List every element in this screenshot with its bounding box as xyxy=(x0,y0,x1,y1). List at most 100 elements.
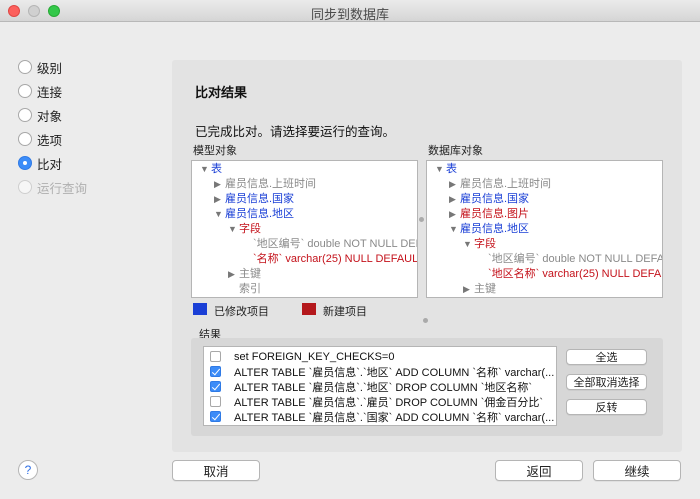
query-sql: ALTER TABLE `雇员信息`.`雇员` DROP COLUMN `佣金百… xyxy=(234,396,544,409)
tree-node[interactable]: ▼ 字段 xyxy=(463,237,496,252)
splitter-handle[interactable] xyxy=(419,217,424,222)
step-objects[interactable]: 对象 xyxy=(18,106,62,124)
query-checkbox[interactable] xyxy=(210,366,221,377)
tree-node[interactable]: `地区编号` double NOT NULL DEFAULT xyxy=(253,237,417,252)
model-objects-tree[interactable]: ▼ 表 ▶ 雇员信息.上班时间 ▶ 雇员信息.国家 ▼ 雇员信息.地区 ▼ 字段 `地区编… xyxy=(191,160,418,298)
tree-node[interactable]: ▶ 主键 xyxy=(228,267,261,282)
tree-node-label: 索引 xyxy=(239,283,261,295)
disclosure-collapsed-icon[interactable]: ▶ xyxy=(228,267,239,282)
step-label: 选项 xyxy=(37,133,63,148)
disclosure-expanded-icon[interactable]: ▼ xyxy=(228,222,239,237)
step-label: 运行查询 xyxy=(37,181,88,196)
query-checkbox[interactable] xyxy=(210,381,221,392)
query-row[interactable]: ALTER TABLE `雇员信息`.`雇员` DROP COLUMN `佣金百… xyxy=(204,394,556,409)
splitter-handle[interactable] xyxy=(423,318,428,323)
tree-node[interactable]: ▶ 雇员信息.上班时间 xyxy=(449,177,551,192)
radio-icon[interactable] xyxy=(18,60,32,74)
tree-node-label: 雇员信息.国家 xyxy=(225,193,295,205)
tree-node[interactable]: `地区编号` double NOT NULL DEFAULT xyxy=(488,252,662,267)
disclosure-expanded-icon[interactable]: ▼ xyxy=(214,207,225,222)
tree-node-label: `地区编号` double NOT NULL DEFAULT xyxy=(253,238,417,250)
select-all-button[interactable]: 全选 xyxy=(566,349,647,365)
tree-node[interactable]: 索引 xyxy=(239,282,261,297)
disclosure-collapsed-icon[interactable]: ▶ xyxy=(449,177,460,192)
tree-node[interactable]: ▼ 字段 xyxy=(228,222,261,237)
disclosure-expanded-icon[interactable]: ▼ xyxy=(463,237,474,252)
tree-node[interactable]: ▼ 表 xyxy=(200,162,222,177)
tree-node[interactable]: ▶ 主键 xyxy=(463,282,496,297)
tree-node[interactable]: ▼ 雇员信息.地区 xyxy=(449,222,529,237)
model-objects-label: 模型对象 xyxy=(193,145,237,157)
page-title: 比对结果 xyxy=(195,85,248,100)
disclosure-expanded-icon[interactable]: ▼ xyxy=(449,222,460,237)
tree-node-label: 主键 xyxy=(239,268,261,280)
query-row[interactable]: ALTER TABLE `雇员信息`.`地区` ADD COLUMN `名称` … xyxy=(204,364,556,379)
new-legend-label: 新建项目 xyxy=(323,306,367,318)
title-bar: 同步到数据库 xyxy=(0,0,700,22)
deselect-all-button[interactable]: 全部取消选择 xyxy=(566,374,647,390)
query-checkbox[interactable] xyxy=(210,396,221,407)
radio-icon[interactable] xyxy=(18,108,32,122)
tree-node-label: 雇员信息.国家 xyxy=(460,193,530,205)
query-row[interactable]: ALTER TABLE `雇员信息`.`地区` DROP COLUMN `地区名… xyxy=(204,379,556,394)
new-legend-swatch xyxy=(302,303,316,315)
tree-node[interactable]: `名称` varchar(25) NULL DEFAULT NU xyxy=(253,252,417,267)
cancel-button[interactable]: 取消 xyxy=(172,460,260,481)
query-sql: set FOREIGN_KEY_CHECKS=0 xyxy=(234,350,395,363)
step-run-query: 运行查询 xyxy=(18,178,87,196)
query-sql: ALTER TABLE `雇员信息`.`国家` ADD COLUMN `名称` … xyxy=(234,411,555,424)
step-label: 比对 xyxy=(37,157,63,172)
tree-node-label: 字段 xyxy=(474,238,496,250)
query-row[interactable]: set FOREIGN_KEY_CHECKS=0 xyxy=(204,349,556,364)
tree-node-label: 雇员信息.上班时间 xyxy=(460,178,552,190)
tree-node[interactable]: ▼ 雇员信息.地区 xyxy=(214,207,294,222)
step-connection[interactable]: 连接 xyxy=(18,82,62,100)
disclosure-collapsed-icon[interactable]: ▶ xyxy=(463,282,474,297)
disclosure-expanded-icon[interactable]: ▼ xyxy=(435,162,446,177)
results-query-list[interactable]: set FOREIGN_KEY_CHECKS=0 ALTER TABLE `雇员… xyxy=(203,346,557,426)
continue-button[interactable]: 继续 xyxy=(593,460,681,481)
step-level[interactable]: 级别 xyxy=(18,58,62,76)
instruction-text: 已完成比对。请选择要运行的查询。 xyxy=(195,125,396,139)
step-label: 连接 xyxy=(37,85,63,100)
disclosure-expanded-icon[interactable]: ▼ xyxy=(200,162,211,177)
query-checkbox[interactable] xyxy=(210,351,221,362)
step-label: 级别 xyxy=(37,61,63,76)
radio-icon[interactable] xyxy=(18,132,32,146)
step-compare[interactable]: 比对 xyxy=(18,154,62,172)
invert-selection-button[interactable]: 反转 xyxy=(566,399,647,415)
disclosure-collapsed-icon[interactable]: ▶ xyxy=(449,192,460,207)
window-title: 同步到数据库 xyxy=(310,7,389,22)
step-options[interactable]: 选项 xyxy=(18,130,62,148)
database-objects-tree[interactable]: ▼ 表 ▶ 雇员信息.上班时间 ▶ 雇员信息.国家 ▶ 雇员信息.图片 ▼ 雇员信息.地区… xyxy=(426,160,663,298)
tree-node-label: 表 xyxy=(446,163,457,175)
tree-node-label: 雇员信息.上班时间 xyxy=(225,178,317,190)
tree-node-label: `地区名称` varchar(25) NULL DEFAULT xyxy=(488,268,663,280)
radio-selected-icon[interactable] xyxy=(18,156,32,170)
help-button[interactable]: ? xyxy=(18,460,38,480)
step-label: 对象 xyxy=(37,109,63,124)
radio-icon[interactable] xyxy=(18,84,32,98)
back-button[interactable]: 返回 xyxy=(495,460,583,481)
query-sql: ALTER TABLE `雇员信息`.`地区` ADD COLUMN `名称` … xyxy=(234,366,555,379)
modified-legend-swatch xyxy=(193,303,207,315)
tree-node[interactable]: ▶ 雇员信息.上班时间 xyxy=(214,177,316,192)
tree-node[interactable]: ▶ 雇员信息.国家 xyxy=(214,192,294,207)
query-row[interactable]: ALTER TABLE `雇员信息`.`国家` ADD COLUMN `名称` … xyxy=(204,409,556,424)
tree-node-label: 字段 xyxy=(239,223,261,235)
tree-node-label: 雇员信息.图片 xyxy=(460,208,530,220)
tree-node-label: 雇员信息.地区 xyxy=(225,208,295,220)
tree-node-label: 表 xyxy=(211,163,222,175)
disclosure-collapsed-icon[interactable]: ▶ xyxy=(214,192,225,207)
tree-node[interactable]: ▶ 雇员信息.图片 xyxy=(449,207,529,222)
disclosure-collapsed-icon[interactable]: ▶ xyxy=(449,207,460,222)
tree-node-label: `地区编号` double NOT NULL DEFAULT xyxy=(488,253,662,265)
radio-disabled-icon xyxy=(18,180,32,194)
tree-node[interactable]: ▶ 雇员信息.国家 xyxy=(449,192,529,207)
tree-node[interactable]: `地区名称` varchar(25) NULL DEFAULT xyxy=(488,267,663,282)
query-sql: ALTER TABLE `雇员信息`.`地区` DROP COLUMN `地区名… xyxy=(234,381,533,394)
modified-legend-label: 已修改项目 xyxy=(214,306,269,318)
tree-node[interactable]: ▼ 表 xyxy=(435,162,457,177)
disclosure-collapsed-icon[interactable]: ▶ xyxy=(214,177,225,192)
query-checkbox[interactable] xyxy=(210,411,221,422)
